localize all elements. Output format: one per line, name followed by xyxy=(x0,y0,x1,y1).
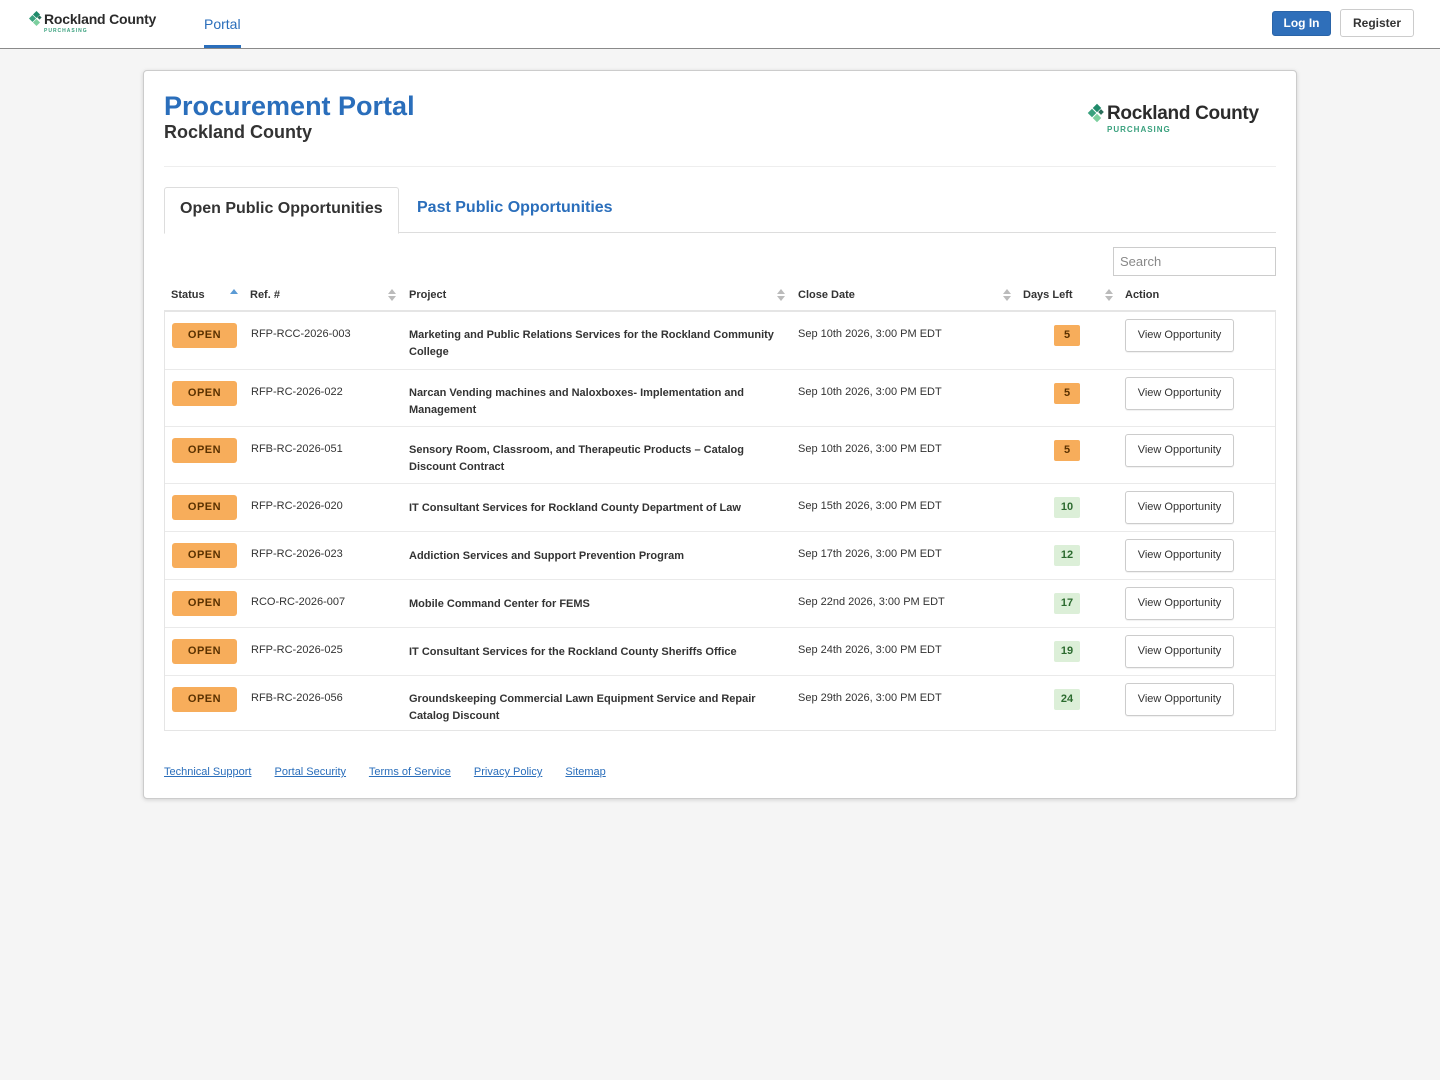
brand-subtitle: PURCHASING xyxy=(44,28,88,34)
search-input[interactable] xyxy=(1113,247,1276,276)
brand-name: Rockland County xyxy=(44,11,157,27)
table-header: Status Ref. # Project Close Date Days Le… xyxy=(164,283,1276,312)
project-title: Sensory Room, Classroom, and Therapeutic… xyxy=(409,444,744,473)
view-opportunity-button[interactable]: View Opportunity xyxy=(1125,434,1234,467)
login-button[interactable]: Log In xyxy=(1272,11,1331,36)
status-badge: OPEN xyxy=(172,591,237,616)
column-header-project[interactable]: Project xyxy=(409,283,446,310)
ref-number: RFP-RC-2026-023 xyxy=(251,548,343,560)
ref-number: RFB-RC-2026-051 xyxy=(251,443,343,455)
status-badge: OPEN xyxy=(172,639,237,664)
table-row: OPEN RFB-RC-2026-051 Sensory Room, Classro… xyxy=(165,426,1275,483)
status-badge: OPEN xyxy=(172,495,237,520)
sort-icon[interactable] xyxy=(1003,289,1011,303)
brand-logo-large: Rockland County PURCHASING xyxy=(1087,103,1259,134)
close-date: Sep 10th 2026, 3:00 PM EDT xyxy=(798,328,942,340)
ref-number: RFB-RC-2026-056 xyxy=(251,692,343,704)
sort-icon[interactable] xyxy=(1105,289,1113,303)
status-badge: OPEN xyxy=(172,438,237,463)
brand-subtitle: PURCHASING xyxy=(1107,125,1171,134)
close-date: Sep 15th 2026, 3:00 PM EDT xyxy=(798,500,942,512)
nav-portal-link[interactable]: Portal xyxy=(204,0,241,48)
page-subtitle: Rockland County xyxy=(164,122,313,142)
project-title: IT Consultant Services for the Rockland … xyxy=(409,646,737,658)
table-row: OPEN RFP-RC-2026-022 Narcan Vending machin… xyxy=(165,369,1275,426)
column-header-close-date[interactable]: Close Date xyxy=(798,283,855,310)
project-title: Marketing and Public Relations Services … xyxy=(409,329,774,358)
header-divider xyxy=(164,166,1276,167)
tab-open-opportunities[interactable]: Open Public Opportunities xyxy=(164,187,399,234)
footer-link-technical-support[interactable]: Technical Support xyxy=(164,766,251,778)
days-left-badge: 12 xyxy=(1054,545,1080,566)
close-date: Sep 22nd 2026, 3:00 PM EDT xyxy=(798,596,945,608)
brand-name: Rockland County xyxy=(1107,103,1259,124)
logo-mark-icon xyxy=(28,10,43,27)
days-left-badge: 5 xyxy=(1054,325,1080,346)
top-navbar: Rockland County PURCHASING Portal Log In… xyxy=(0,0,1440,49)
portal-card: Procurement Portal Rockland County Rockl… xyxy=(143,70,1297,799)
project-title: Mobile Command Center for FEMS xyxy=(409,598,590,610)
close-date: Sep 24th 2026, 3:00 PM EDT xyxy=(798,644,942,656)
status-badge: OPEN xyxy=(172,323,237,348)
brand-logo[interactable]: Rockland County PURCHASING xyxy=(28,10,157,34)
view-opportunity-button[interactable]: View Opportunity xyxy=(1125,539,1234,572)
close-date: Sep 10th 2026, 3:00 PM EDT xyxy=(798,386,942,398)
status-badge: OPEN xyxy=(172,381,237,406)
close-date: Sep 29th 2026, 3:00 PM EDT xyxy=(798,692,942,704)
footer-link-privacy-policy[interactable]: Privacy Policy xyxy=(474,766,542,778)
view-opportunity-button[interactable]: View Opportunity xyxy=(1125,491,1234,524)
column-header-ref[interactable]: Ref. # xyxy=(250,283,280,310)
days-left-badge: 24 xyxy=(1054,689,1080,710)
footer-link-terms-of-service[interactable]: Terms of Service xyxy=(369,766,451,778)
table-body: OPEN RFP-RCC-2026-003 Marketing and Public… xyxy=(164,312,1276,731)
days-left-badge: 17 xyxy=(1054,593,1080,614)
opportunities-table: Status Ref. # Project Close Date Days Le… xyxy=(164,283,1276,731)
view-opportunity-button[interactable]: View Opportunity xyxy=(1125,683,1234,716)
table-row: OPEN RFP-RC-2026-023 Addiction Services an… xyxy=(165,531,1275,579)
table-row: OPEN RFP-RCC-2026-003 Marketing and Public… xyxy=(165,312,1275,369)
page-title: Procurement Portal xyxy=(164,91,415,121)
days-left-badge: 19 xyxy=(1054,641,1080,662)
table-row: OPEN RFP-RC-2026-025 IT Consultant Service… xyxy=(165,627,1275,675)
view-opportunity-button[interactable]: View Opportunity xyxy=(1125,377,1234,410)
project-title: IT Consultant Services for Rockland Coun… xyxy=(409,502,741,514)
opportunity-tabs: Open Public Opportunities Past Public Op… xyxy=(164,187,1276,234)
footer-links: Technical Support Portal Security Terms … xyxy=(164,766,626,778)
days-left-badge: 5 xyxy=(1054,383,1080,404)
sort-icon[interactable] xyxy=(388,289,396,303)
ref-number: RFP-RCC-2026-003 xyxy=(251,328,351,340)
project-title: Addiction Services and Support Preventio… xyxy=(409,550,685,562)
table-row: OPEN RFB-RC-2026-056 Groundskeeping Commer… xyxy=(165,675,1275,730)
sort-icon[interactable] xyxy=(777,289,785,303)
register-button[interactable]: Register xyxy=(1340,9,1414,37)
view-opportunity-button[interactable]: View Opportunity xyxy=(1125,635,1234,668)
column-header-days-left[interactable]: Days Left xyxy=(1023,283,1073,310)
logo-mark-icon xyxy=(1087,103,1106,125)
status-badge: OPEN xyxy=(172,687,237,712)
table-row: OPEN RFP-RC-2026-020 IT Consultant Service… xyxy=(165,483,1275,531)
close-date: Sep 10th 2026, 3:00 PM EDT xyxy=(798,443,942,455)
ref-number: RCO-RC-2026-007 xyxy=(251,596,346,608)
ref-number: RFP-RC-2026-020 xyxy=(251,500,343,512)
days-left-badge: 5 xyxy=(1054,440,1080,461)
project-title: Narcan Vending machines and Naloxboxes- … xyxy=(409,387,744,416)
table-row: OPEN RCO-RC-2026-007 Mobile Command Center… xyxy=(165,579,1275,627)
tab-past-opportunities[interactable]: Past Public Opportunities xyxy=(402,187,628,233)
sort-ascending-icon[interactable] xyxy=(230,289,238,303)
column-header-status[interactable]: Status xyxy=(171,283,205,310)
footer-link-sitemap[interactable]: Sitemap xyxy=(565,766,605,778)
days-left-badge: 10 xyxy=(1054,497,1080,518)
project-title: Groundskeeping Commercial Lawn Equipment… xyxy=(409,693,756,722)
ref-number: RFP-RC-2026-025 xyxy=(251,644,343,656)
ref-number: RFP-RC-2026-022 xyxy=(251,386,343,398)
status-badge: OPEN xyxy=(172,543,237,568)
view-opportunity-button[interactable]: View Opportunity xyxy=(1125,319,1234,352)
view-opportunity-button[interactable]: View Opportunity xyxy=(1125,587,1234,620)
close-date: Sep 17th 2026, 3:00 PM EDT xyxy=(798,548,942,560)
footer-link-portal-security[interactable]: Portal Security xyxy=(275,766,347,778)
column-header-action: Action xyxy=(1125,289,1160,301)
